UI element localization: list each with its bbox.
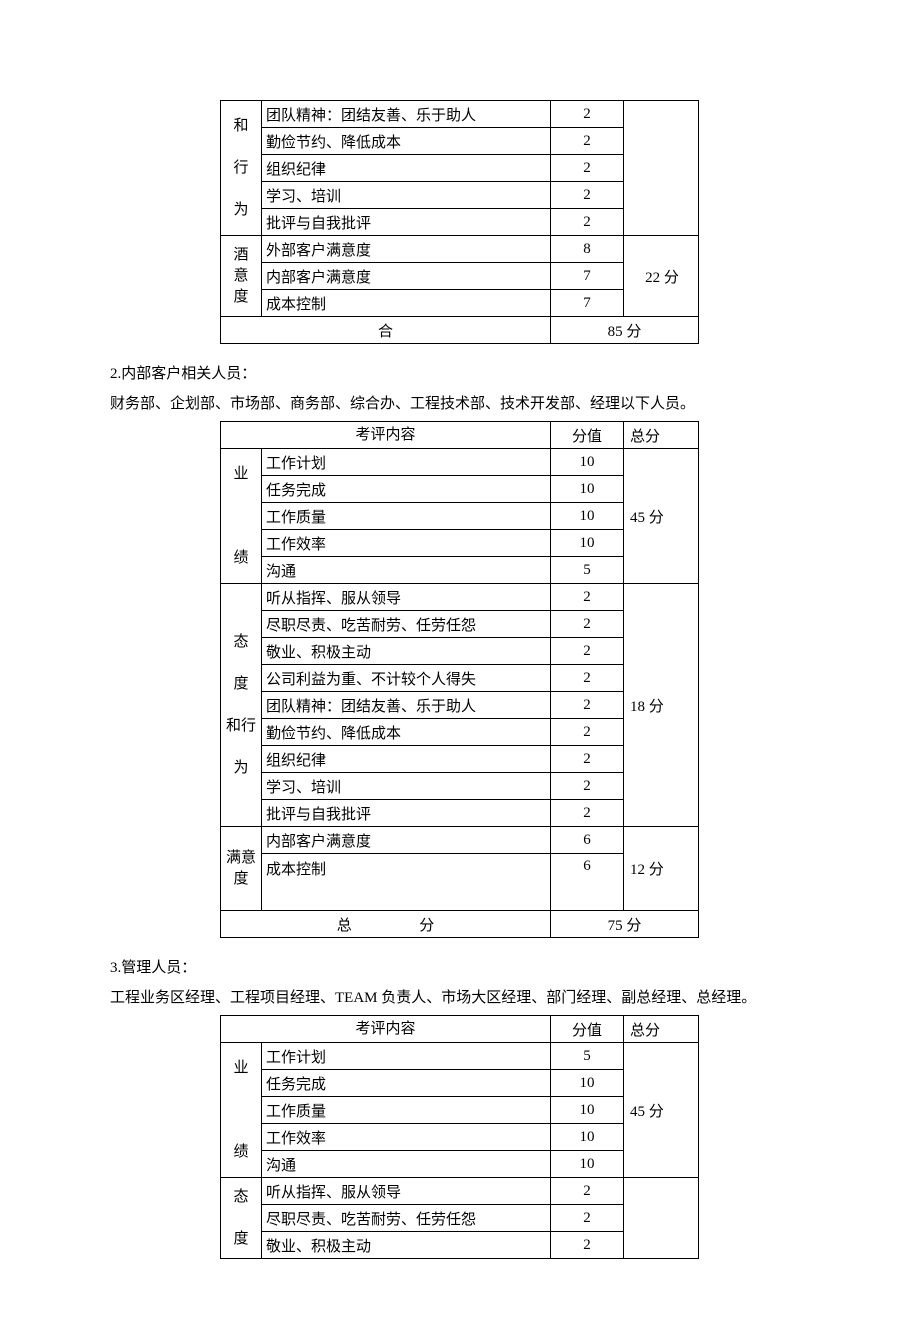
footer-label: 总 分: [221, 911, 551, 938]
score-cell: 2: [551, 1232, 624, 1259]
item-cell: 工作计划: [262, 449, 551, 476]
subtotal-cell: 45 分: [624, 1043, 699, 1178]
score-cell: 2: [551, 584, 624, 611]
item-cell: 听从指挥、服从领导: [262, 1178, 551, 1205]
section-2-desc: 财务部、企划部、市场部、商务部、综合办、工程技术部、技术开发部、经理以下人员。: [110, 392, 810, 418]
item-cell: 尽职尽责、吃苦耐劳、任劳任怨: [262, 1205, 551, 1232]
item-cell: 成本控制: [262, 290, 551, 317]
score-cell: 2: [551, 101, 624, 128]
header-item: 考评内容: [221, 422, 551, 449]
subtotal-cell: 22 分: [624, 236, 699, 317]
score-cell: 2: [551, 719, 624, 746]
item-cell: 听从指挥、服从领导: [262, 584, 551, 611]
cat-attitude-behavior: 态 度 和行 为: [221, 584, 262, 827]
subtotal-cell: [624, 1178, 699, 1259]
score-cell: 5: [551, 1043, 624, 1070]
score-cell: 2: [551, 800, 624, 827]
item-cell: 团队精神：团结友善、乐于助人: [262, 692, 551, 719]
item-cell: 工作计划: [262, 1043, 551, 1070]
item-cell: 组织纪律: [262, 746, 551, 773]
score-cell: 10: [551, 1070, 624, 1097]
item-cell: 尽职尽责、吃苦耐劳、任劳任怨: [262, 611, 551, 638]
item-cell: 敬业、积极主动: [262, 638, 551, 665]
score-cell: 6: [551, 854, 624, 911]
header-total: 总分: [624, 1016, 699, 1043]
subtotal-cell: 45 分: [624, 449, 699, 584]
score-cell: 2: [551, 155, 624, 182]
score-cell: 7: [551, 290, 624, 317]
score-cell: 2: [551, 692, 624, 719]
item-cell: 批评与自我批评: [262, 800, 551, 827]
score-cell: 2: [551, 611, 624, 638]
subtotal-cell: 18 分: [624, 584, 699, 827]
score-cell: 2: [551, 638, 624, 665]
score-cell: 10: [551, 1097, 624, 1124]
cat-attitude-behavior: 和 行 为: [221, 101, 262, 236]
cat-satisfaction: 酒 意 度: [221, 236, 262, 317]
item-cell: 批评与自我批评: [262, 209, 551, 236]
score-cell: 2: [551, 746, 624, 773]
header-item: 考评内容: [221, 1016, 551, 1043]
footer-total: 85 分: [551, 317, 699, 344]
header-total: 总分: [624, 422, 699, 449]
header-score: 分值: [551, 422, 624, 449]
cat-performance: 业 绩: [221, 1043, 262, 1178]
item-cell: 工作质量: [262, 503, 551, 530]
item-cell: 任务完成: [262, 1070, 551, 1097]
item-cell: 勤俭节约、降低成本: [262, 128, 551, 155]
item-cell: 学习、培训: [262, 182, 551, 209]
item-cell: 公司利益为重、不计较个人得失: [262, 665, 551, 692]
score-cell: 10: [551, 1124, 624, 1151]
score-cell: 2: [551, 665, 624, 692]
score-cell: 2: [551, 1178, 624, 1205]
score-cell: 5: [551, 557, 624, 584]
item-cell: 成本控制: [262, 854, 551, 911]
eval-table-1: 和 行 为 团队精神：团结友善、乐于助人 2 勤俭节约、降低成本2 组织纪律2 …: [220, 100, 699, 344]
score-cell: 2: [551, 128, 624, 155]
score-cell: 2: [551, 209, 624, 236]
item-cell: 沟通: [262, 1151, 551, 1178]
item-cell: 内部客户满意度: [262, 263, 551, 290]
item-cell: 沟通: [262, 557, 551, 584]
subtotal-cell: [624, 101, 699, 236]
section-2-title: 2.内部客户相关人员：: [110, 362, 810, 388]
header-score: 分值: [551, 1016, 624, 1043]
score-cell: 2: [551, 182, 624, 209]
subtotal-cell: 12 分: [624, 827, 699, 911]
score-cell: 10: [551, 449, 624, 476]
footer-label: 合: [221, 317, 551, 344]
cat-satisfaction: 满意 度: [221, 827, 262, 911]
eval-table-3: 考评内容 分值 总分 业 绩 工作计划 5 45 分 任务完成10 工作质量10…: [220, 1015, 699, 1259]
cat-attitude: 态 度: [221, 1178, 262, 1259]
score-cell: 10: [551, 1151, 624, 1178]
item-cell: 内部客户满意度: [262, 827, 551, 854]
item-cell: 外部客户满意度: [262, 236, 551, 263]
item-cell: 学习、培训: [262, 773, 551, 800]
score-cell: 8: [551, 236, 624, 263]
item-cell: 工作效率: [262, 530, 551, 557]
cat-performance: 业 绩: [221, 449, 262, 584]
section-3-desc: 工程业务区经理、工程项目经理、TEAM 负责人、市场大区经理、部门经理、副总经理…: [110, 986, 810, 1012]
score-cell: 7: [551, 263, 624, 290]
score-cell: 6: [551, 827, 624, 854]
item-cell: 敬业、积极主动: [262, 1232, 551, 1259]
score-cell: 10: [551, 530, 624, 557]
item-cell: 组织纪律: [262, 155, 551, 182]
score-cell: 2: [551, 1205, 624, 1232]
item-cell: 工作质量: [262, 1097, 551, 1124]
score-cell: 10: [551, 503, 624, 530]
eval-table-2: 考评内容 分值 总分 业 绩 工作计划 10 45 分 任务完成10 工作质量1…: [220, 421, 699, 938]
item-cell: 任务完成: [262, 476, 551, 503]
item-cell: 团队精神：团结友善、乐于助人: [262, 101, 551, 128]
item-cell: 工作效率: [262, 1124, 551, 1151]
section-3-title: 3.管理人员：: [110, 956, 810, 982]
footer-total: 75 分: [551, 911, 699, 938]
score-cell: 2: [551, 773, 624, 800]
item-cell: 勤俭节约、降低成本: [262, 719, 551, 746]
score-cell: 10: [551, 476, 624, 503]
